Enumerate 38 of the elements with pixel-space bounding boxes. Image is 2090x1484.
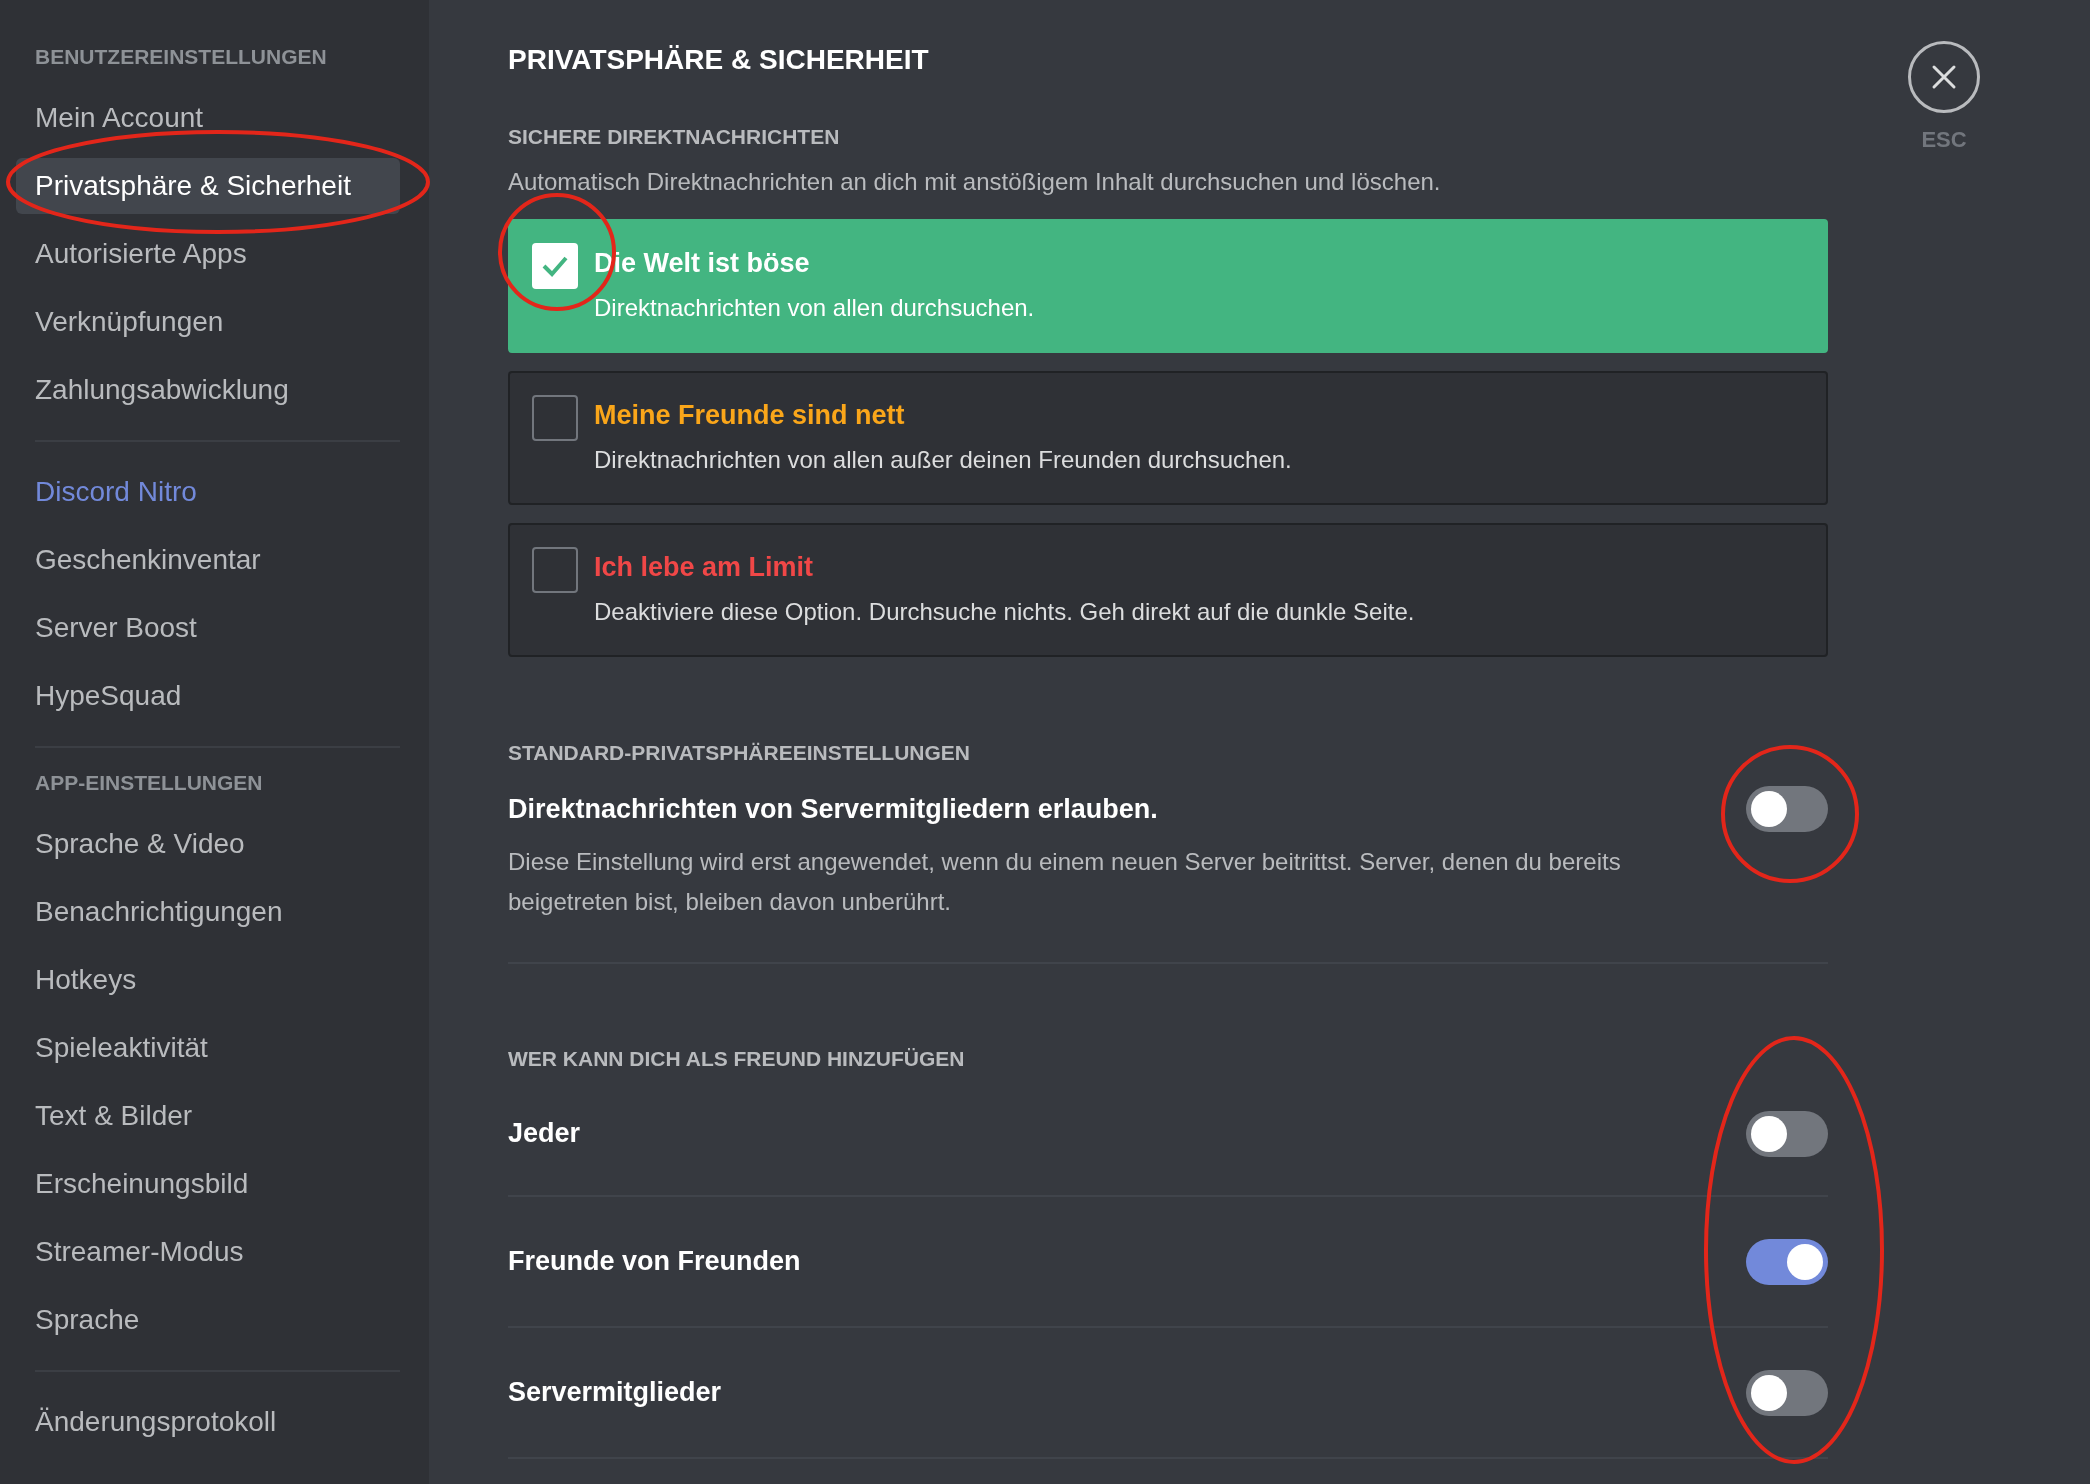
- sidebar-item[interactable]: Spieleaktivität: [16, 1020, 400, 1076]
- option-title: Meine Freunde sind nett: [594, 399, 906, 432]
- sidebar-item[interactable]: Autorisierte Apps: [16, 226, 400, 282]
- section-header: WER KANN DICH ALS FREUND HINZUFÜGEN: [508, 1046, 966, 1072]
- sidebar-item[interactable]: Geschenkinventar: [16, 532, 400, 588]
- section-header: BENUTZEREINSTELLUNGEN: [34, 44, 328, 70]
- radio-option[interactable]: Ich lebe am Limit Deaktiviere diese Option. Durchsuche nichts. Geh direkt auf die dunkle Seite.: [508, 523, 1828, 657]
- sidebar-item[interactable]: Zahlungsabwicklung: [16, 362, 400, 418]
- sidebar-item[interactable]: Verknüpfungen: [16, 294, 400, 350]
- sidebar-item[interactable]: Server Boost: [16, 600, 400, 656]
- section-header: SICHERE DIREKTNACHRICHTEN: [508, 124, 841, 150]
- option-description: Deaktiviere diese Option. Durchsuche nichts. Geh direkt auf die dunkle Seite.: [594, 597, 1415, 627]
- sidebar-item[interactable]: Text & Bilder: [16, 1088, 400, 1144]
- section-header: STANDARD-PRIVATSPHÄREEINSTELLUNGEN: [508, 740, 971, 766]
- page-title: PRIVATSPHÄRE & SICHERHEIT: [508, 43, 930, 77]
- sidebar-item[interactable]: Streamer-Modus: [16, 1224, 400, 1280]
- option-description: Direktnachrichten von allen außer deinen Freunden durchsuchen.: [594, 445, 1292, 475]
- sidebar-item[interactable]: Benachrichtigungen: [16, 884, 400, 940]
- setting-title: Servermitglieder: [508, 1376, 722, 1410]
- sidebar-item[interactable]: Sprache & Video: [16, 816, 400, 872]
- option-title: Ich lebe am Limit: [594, 551, 815, 584]
- setting-title: Jeder: [508, 1117, 581, 1151]
- radio-option[interactable]: Meine Freunde sind nett Direktnachrichten von allen außer deinen Freunden durchsuchen.: [508, 371, 1828, 505]
- sidebar-item[interactable]: Privatsphäre & Sicherheit: [16, 158, 400, 214]
- section-header: APP-EINSTELLUNGEN: [34, 770, 264, 796]
- sidebar-item[interactable]: Sprache: [16, 1292, 400, 1348]
- sidebar-item[interactable]: Discord Nitro: [16, 464, 400, 520]
- setting-description: Diese Einstellung wird erst angewendet, wenn du einem neuen Server beitrittst. Server, denen du bereits beigetreten bist, bleiben davon unberührt.: [508, 847, 1622, 917]
- section-description: Automatisch Direktnachrichten an dich mit anstößigem Inhalt durchsuchen und löschen.: [508, 167, 1442, 197]
- sidebar-item[interactable]: Mein Account: [16, 90, 400, 146]
- esc-label: ESC: [1921, 126, 1967, 154]
- setting-title: Direktnachrichten von Servermitgliedern erlauben.: [508, 793, 1159, 825]
- setting-title: Freunde von Freunden: [508, 1245, 801, 1279]
- sidebar-item[interactable]: Hotkeys: [16, 952, 400, 1008]
- sidebar-item[interactable]: Erscheinungsbild: [16, 1156, 400, 1212]
- option-description: Direktnachrichten von allen durchsuchen.: [594, 293, 1035, 323]
- sidebar-item[interactable]: HypeSquad: [16, 668, 400, 724]
- sidebar-item[interactable]: Änderungsprotokoll: [16, 1394, 400, 1450]
